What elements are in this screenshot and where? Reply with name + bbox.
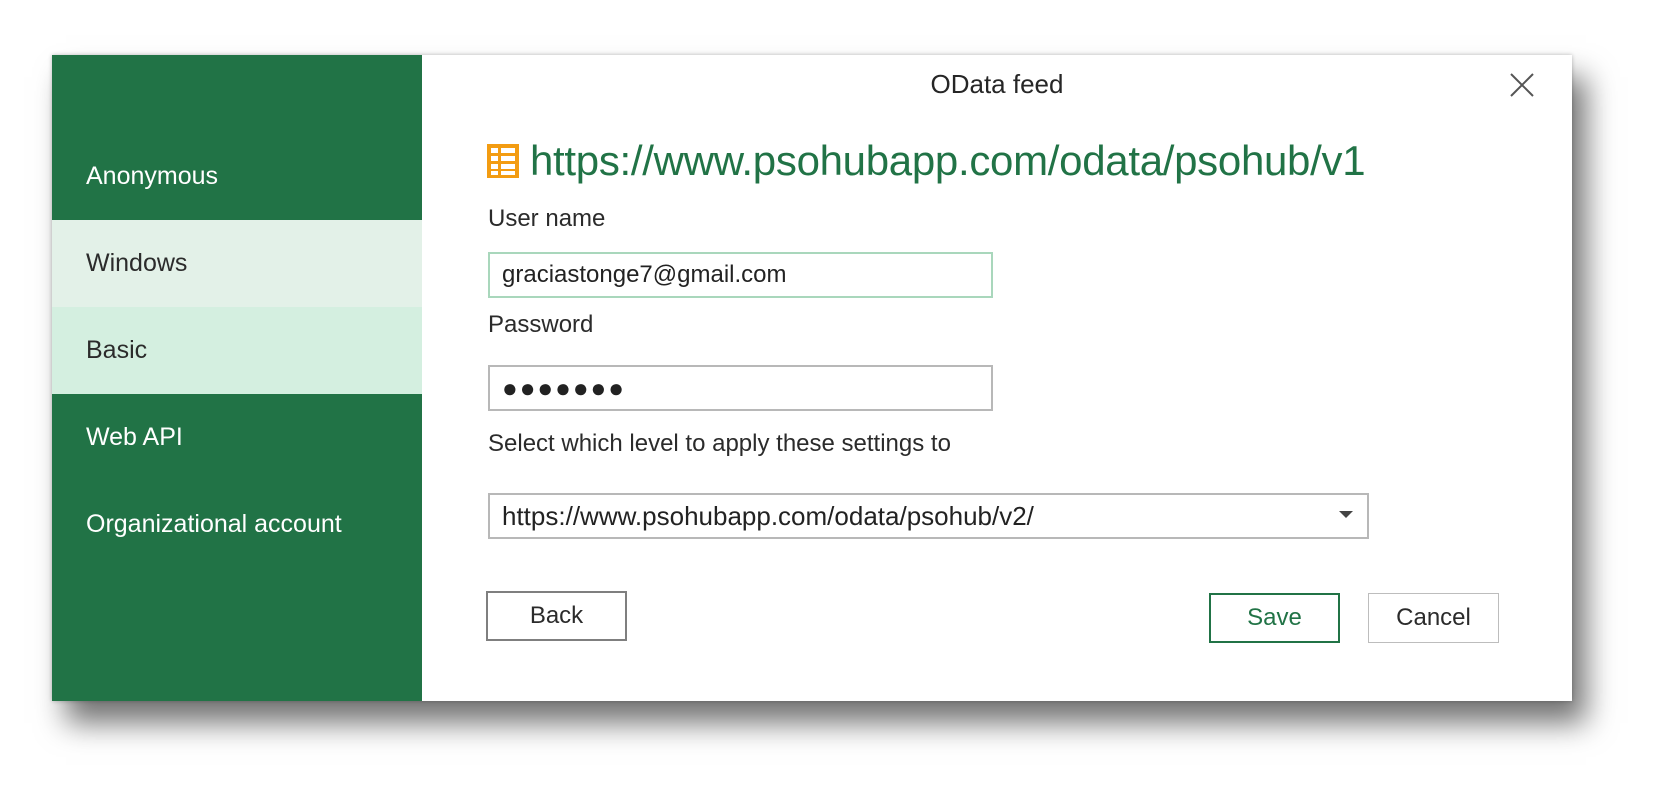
username-label: User name [488, 205, 606, 232]
sidebar-item-organizational-account[interactable]: Organizational account [52, 481, 422, 568]
sidebar-item-anonymous[interactable]: Anonymous [52, 133, 422, 220]
username-field[interactable] [488, 252, 993, 298]
level-selected-value: https://www.psohubapp.com/odata/psohub/v… [502, 500, 1034, 531]
level-dropdown[interactable]: https://www.psohubapp.com/odata/psohub/v… [488, 493, 1369, 539]
credentials-dialog: Anonymous Windows Basic Web API Organiza… [52, 55, 1572, 701]
sidebar-item-label: Anonymous [86, 162, 219, 190]
auth-method-sidebar: Anonymous Windows Basic Web API Organiza… [52, 55, 422, 701]
sidebar-item-label: Organizational account [86, 510, 342, 538]
source-url-row: https://www.psohubapp.com/odata/psohub/v… [486, 137, 1366, 185]
close-icon [1510, 73, 1534, 97]
sidebar-item-basic[interactable]: Basic [52, 307, 422, 394]
odata-table-icon [487, 144, 519, 178]
sidebar-item-label: Web API [86, 423, 183, 451]
cancel-button[interactable]: Cancel [1368, 593, 1499, 643]
chevron-down-icon [1339, 511, 1353, 518]
save-button[interactable]: Save [1209, 593, 1340, 643]
dialog-title: OData feed [930, 69, 1064, 99]
sidebar-item-windows[interactable]: Windows [52, 220, 422, 307]
sidebar-item-web-api[interactable]: Web API [52, 394, 422, 481]
level-label: Select which level to apply these settin… [488, 430, 951, 457]
sidebar-item-label: Basic [86, 336, 148, 364]
close-button[interactable] [1502, 65, 1542, 105]
back-button[interactable]: Back [486, 591, 627, 641]
sidebar-item-label: Windows [86, 249, 188, 277]
password-label: Password [488, 311, 594, 338]
password-field[interactable]: ●●●●●●● [488, 365, 993, 411]
source-url: https://www.psohubapp.com/odata/psohub/v… [530, 137, 1366, 184]
